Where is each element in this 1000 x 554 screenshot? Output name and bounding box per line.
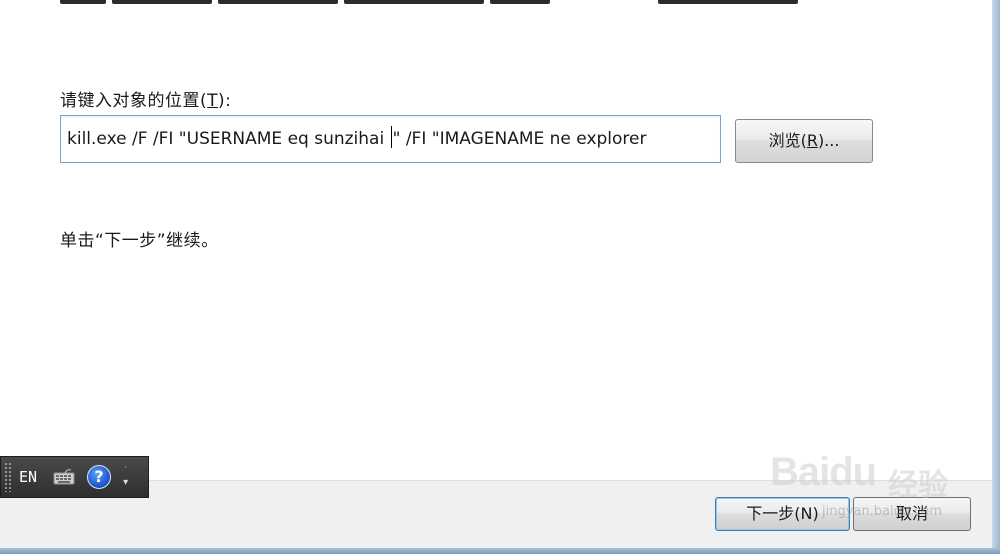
location-label: 请键入对象的位置(T): — [60, 91, 232, 111]
keyboard-icon[interactable] — [51, 467, 77, 487]
location-text-before-caret: kill.exe /F /FI "USERNAME eq sunzihai — [67, 129, 390, 149]
window-frame-right — [992, 0, 1000, 554]
help-icon[interactable]: ? — [87, 465, 112, 489]
grip-handle-icon[interactable] — [4, 462, 12, 492]
next-button[interactable]: 下一步(N) — [715, 497, 850, 531]
language-bar[interactable]: EN ? ˙ ▾ — [0, 456, 149, 498]
location-text-after-caret: " /FI "IMAGENAME ne explorer — [392, 129, 647, 149]
text-caret — [390, 126, 392, 148]
grip-dots-icon: ˙ — [123, 466, 129, 477]
chevron-down-icon: ▾ — [123, 477, 129, 488]
window-frame-bottom — [0, 548, 1000, 554]
description-text-cutoff — [60, 0, 820, 6]
hint-text: 单击“下一步”继续。 — [60, 231, 219, 251]
location-input[interactable]: kill.exe /F /FI "USERNAME eq sunzihai " … — [60, 115, 721, 163]
options-arrow-icon[interactable]: ˙ ▾ — [123, 466, 128, 488]
browse-button[interactable]: 浏览(R)... — [735, 119, 873, 163]
input-language-indicator[interactable]: EN — [19, 468, 37, 486]
cancel-button[interactable]: 取消 — [853, 497, 971, 531]
